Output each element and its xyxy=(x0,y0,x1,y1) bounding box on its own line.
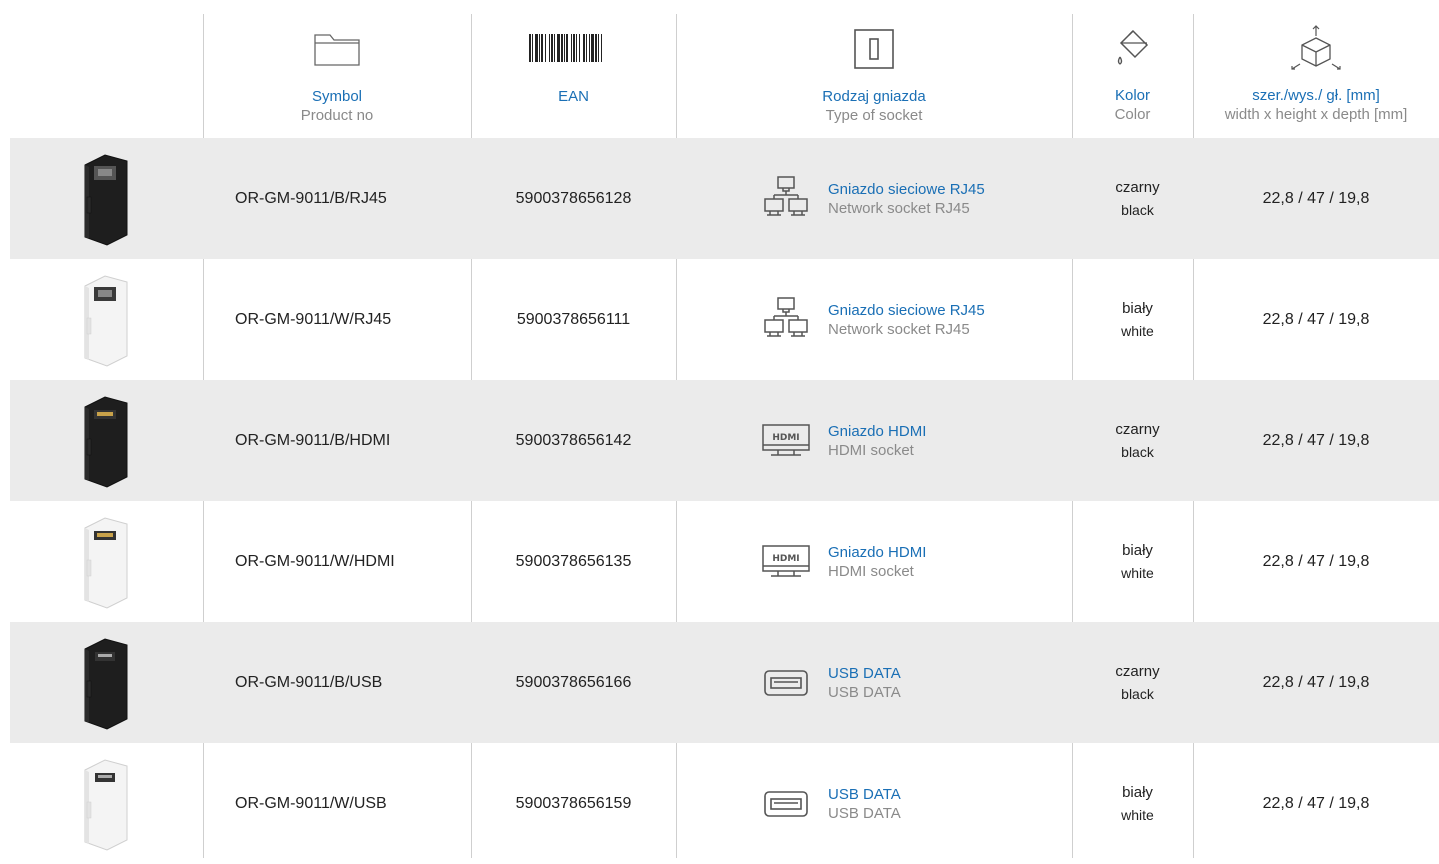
paint-bucket-icon xyxy=(1072,24,1193,74)
product-ean: 5900378656111 xyxy=(516,310,631,328)
header-dims: szer./wys./ gł. [mm] width x height x de… xyxy=(1193,14,1439,138)
socket-type-en: HDMI socket xyxy=(828,562,914,580)
usb-socket-icon xyxy=(760,778,812,830)
socket-type-pl: Gniazdo sieciowe RJ45 xyxy=(828,301,985,319)
product-dims: 22,8 / 47 / 19,8 xyxy=(1262,552,1370,570)
socket-type: HDMI Gniazdo HDMI HDMI socket xyxy=(760,380,1072,501)
svg-text:HDMI: HDMI xyxy=(772,433,799,443)
header-ean: EAN xyxy=(471,14,676,138)
product-dims: 22,8 / 47 / 19,8 xyxy=(1262,794,1370,812)
socket-type-en: HDMI socket xyxy=(828,441,914,459)
color-pl: biały xyxy=(1122,783,1153,801)
header-socket-sublabel: Type of socket xyxy=(825,107,923,124)
product-color: czarny black xyxy=(1072,380,1203,501)
header-socket-label: Rodzaj gniazda xyxy=(822,88,926,105)
socket-type: Gniazdo sieciowe RJ45 Network socket RJ4… xyxy=(760,259,1072,380)
hdmi-socket-icon: HDMI xyxy=(760,415,812,467)
color-en: black xyxy=(1121,443,1154,460)
color-pl: czarny xyxy=(1115,420,1160,438)
header-color-label: Kolor xyxy=(1114,87,1151,104)
usb-socket-icon xyxy=(760,657,812,709)
color-en: white xyxy=(1121,564,1154,581)
product-color: czarny black xyxy=(1072,622,1203,743)
product-symbol: OR-GM-9011/W/RJ45 xyxy=(235,310,392,328)
product-image xyxy=(10,138,203,259)
product-image xyxy=(10,501,203,622)
socket-icon xyxy=(676,24,1072,74)
dimensions-cube-icon xyxy=(1193,24,1439,74)
socket-type: HDMI Gniazdo HDMI HDMI socket xyxy=(760,501,1072,622)
socket-type-en: Network socket RJ45 xyxy=(828,199,970,217)
socket-type: Gniazdo sieciowe RJ45 Network socket RJ4… xyxy=(760,138,1072,259)
folder-icon xyxy=(203,24,471,74)
product-dims: 22,8 / 47 / 19,8 xyxy=(1262,310,1370,328)
table-row: OR-GM-9011/W/HDMI 5900378656135 HDMI Gni… xyxy=(10,501,1439,622)
socket-type-pl: Gniazdo sieciowe RJ45 xyxy=(828,180,985,198)
svg-text:HDMI: HDMI xyxy=(772,554,799,564)
product-symbol: OR-GM-9011/B/HDMI xyxy=(235,431,391,449)
header-socket: Rodzaj gniazda Type of socket xyxy=(676,14,1072,138)
socket-type-pl: Gniazdo HDMI xyxy=(828,543,927,561)
product-symbol: OR-GM-9011/B/RJ45 xyxy=(235,189,387,207)
product-symbol: OR-GM-9011/B/USB xyxy=(235,673,383,691)
header-color-sublabel: Color xyxy=(1114,106,1151,123)
header-dims-sublabel: width x height x depth [mm] xyxy=(1224,106,1408,123)
product-dims: 22,8 / 47 / 19,8 xyxy=(1262,189,1370,207)
socket-type-pl: USB DATA xyxy=(828,785,901,803)
product-image xyxy=(10,380,203,501)
table-row: OR-GM-9011/W/USB 5900378656159 USB DATA … xyxy=(10,743,1439,864)
product-symbol: OR-GM-9011/W/HDMI xyxy=(235,552,395,570)
socket-type-pl: Gniazdo HDMI xyxy=(828,422,927,440)
product-ean: 5900378656135 xyxy=(515,552,632,570)
color-pl: czarny xyxy=(1115,178,1160,196)
product-dims: 22,8 / 47 / 19,8 xyxy=(1262,673,1370,691)
product-ean: 5900378656166 xyxy=(515,673,632,691)
product-symbol: OR-GM-9011/W/USB xyxy=(235,794,387,812)
table-header: Symbol Product no EAN Rodzaj gniazda Typ… xyxy=(10,14,1439,139)
product-image xyxy=(10,743,203,864)
product-ean: 5900378656142 xyxy=(515,431,632,449)
product-ean: 5900378656159 xyxy=(515,794,632,812)
header-dims-label: szer./wys./ gł. [mm] xyxy=(1252,87,1380,104)
socket-type: USB DATA USB DATA xyxy=(760,743,1072,864)
header-color: Kolor Color xyxy=(1072,14,1193,138)
table-row: OR-GM-9011/W/RJ45 5900378656111 Gniazdo … xyxy=(10,259,1439,380)
product-color: czarny black xyxy=(1072,138,1203,259)
product-image xyxy=(10,259,203,380)
table-row: OR-GM-9011/B/RJ45 5900378656128 Gniazdo … xyxy=(10,138,1439,259)
socket-type-en: USB DATA xyxy=(828,683,901,701)
socket-type-en: Network socket RJ45 xyxy=(828,320,970,338)
product-image xyxy=(10,622,203,743)
product-color: biały white xyxy=(1072,259,1203,380)
socket-type-pl: USB DATA xyxy=(828,664,901,682)
color-pl: czarny xyxy=(1115,662,1160,680)
header-ean-label: EAN xyxy=(558,88,589,105)
rj45-socket-icon xyxy=(760,173,812,225)
rj45-socket-icon xyxy=(760,294,812,346)
header-symbol-sublabel: Product no xyxy=(300,107,374,124)
product-ean: 5900378656128 xyxy=(515,189,632,207)
header-symbol: Symbol Product no xyxy=(203,14,471,138)
table-row: OR-GM-9011/B/HDMI 5900378656142 HDMI Gni… xyxy=(10,380,1439,501)
product-color: biały white xyxy=(1072,743,1203,864)
color-pl: biały xyxy=(1122,541,1153,559)
color-en: white xyxy=(1121,322,1154,339)
table-row: OR-GM-9011/B/USB 5900378656166 USB DATA … xyxy=(10,622,1439,743)
product-color: biały white xyxy=(1072,501,1203,622)
hdmi-socket-icon: HDMI xyxy=(760,536,812,588)
socket-type: USB DATA USB DATA xyxy=(760,622,1072,743)
color-en: black xyxy=(1121,685,1154,702)
barcode-icon xyxy=(471,24,676,74)
product-dims: 22,8 / 47 / 19,8 xyxy=(1262,431,1370,449)
header-symbol-label: Symbol xyxy=(311,88,363,105)
color-en: black xyxy=(1121,201,1154,218)
socket-type-en: USB DATA xyxy=(828,804,901,822)
color-en: white xyxy=(1121,806,1154,823)
color-pl: biały xyxy=(1122,299,1153,317)
